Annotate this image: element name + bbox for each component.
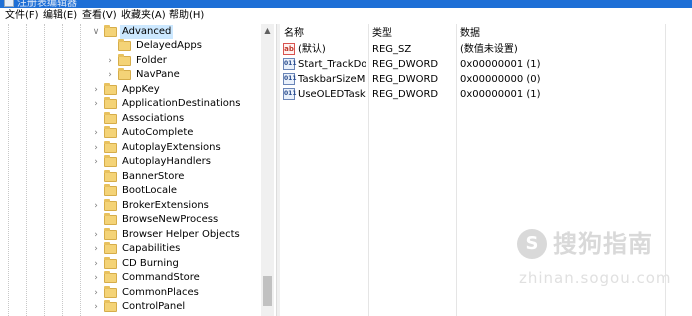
tree-node-label: Browser Helper Objects [122, 229, 240, 240]
folder-icon [104, 286, 117, 298]
folder-icon [104, 300, 117, 312]
chevron-right-icon[interactable]: › [91, 300, 101, 314]
value-row[interactable]: 011 TaskbarSizeM... REG_DWORD 0x00000000… [280, 72, 692, 87]
tree-node-label: Folder [136, 55, 167, 66]
tree-node-label: BootLocale [122, 185, 178, 196]
folder-icon [104, 271, 117, 283]
tree-node-label: Capabilities [122, 243, 181, 254]
dword-value-icon: 011 [283, 88, 297, 100]
dword-value-icon: 011 [283, 73, 297, 85]
chevron-right-icon[interactable]: › [105, 68, 115, 82]
chevron-right-icon[interactable]: › [91, 83, 101, 97]
tree-node-label: AutoplayHandlers [122, 156, 211, 167]
value-row[interactable]: ab (默认) REG_SZ (数值未设置) [280, 42, 692, 57]
tree-node-label: DelayedApps [136, 40, 202, 51]
value-type: REG_SZ [372, 44, 412, 55]
chevron-right-icon[interactable]: › [91, 199, 101, 213]
value-row[interactable]: 011 UseOLEDTask... REG_DWORD 0x00000001 … [280, 87, 692, 102]
chevron-right-icon[interactable]: › [91, 97, 101, 111]
tree-node-label: BrowseNewProcess [122, 214, 219, 225]
folder-icon [118, 54, 131, 66]
folder-icon [104, 170, 117, 182]
folder-open-icon [104, 25, 117, 37]
menu-file[interactable]: 文件(F) [5, 9, 39, 23]
scrollbar-thumb[interactable] [263, 276, 272, 306]
tree-node-label: Associations [122, 113, 185, 124]
folder-icon [104, 213, 117, 225]
folder-icon [104, 141, 117, 153]
tree-node-label: NavPane [136, 69, 180, 80]
value-data: (数值未设置) [460, 44, 518, 55]
value-name: Start_TrackDocs [298, 59, 366, 70]
regedit-app-icon [4, 0, 14, 7]
folder-icon [104, 228, 117, 240]
value-type: REG_DWORD [372, 74, 439, 85]
folder-icon [104, 155, 117, 167]
folder-icon [104, 257, 117, 269]
menu-bar: 文件(F) 编辑(E) 查看(V) 收藏夹(A) 帮助(H) [0, 8, 692, 25]
folder-icon [104, 97, 117, 109]
value-row[interactable]: 011 Start_TrackDocs REG_DWORD 0x00000001… [280, 57, 692, 72]
folder-icon [118, 39, 131, 51]
tree-node-label: ApplicationDestinations [122, 98, 241, 109]
menu-view[interactable]: 查看(V) [82, 9, 117, 23]
column-header-name[interactable]: 名称 [284, 26, 304, 42]
value-data: 0x00000001 (1) [460, 89, 541, 100]
folder-icon [104, 242, 117, 254]
folder-icon [104, 83, 117, 95]
folder-icon [104, 199, 117, 211]
menu-favorites[interactable]: 收藏夹(A) [121, 9, 166, 23]
value-name: TaskbarSizeM... [298, 74, 366, 85]
tree-node-label: CommonPlaces [122, 287, 199, 298]
column-header-data[interactable]: 数据 [460, 26, 480, 42]
chevron-right-icon[interactable]: › [91, 155, 101, 169]
chevron-right-icon[interactable]: › [91, 242, 101, 256]
tree-guide-line [80, 24, 81, 316]
folder-icon [104, 184, 117, 196]
tree-scrollbar[interactable]: ▲ [261, 24, 274, 316]
menu-help[interactable]: 帮助(H) [169, 9, 204, 23]
folder-icon [104, 112, 117, 124]
tree-node-label: AutoComplete [122, 127, 194, 138]
value-type: REG_DWORD [372, 89, 439, 100]
tree-guide-line [44, 24, 45, 316]
tree-node-label: ControlPanel [122, 301, 186, 312]
tree-node-label: CD Burning [122, 258, 179, 269]
folder-icon [118, 68, 131, 80]
tree-guide-line [8, 24, 9, 316]
value-type: REG_DWORD [372, 59, 439, 70]
tree-node-label: Advanced [120, 25, 174, 39]
column-header-type[interactable]: 类型 [372, 26, 392, 42]
window-title: 注册表编辑器 [17, 0, 77, 8]
title-bar: 注册表编辑器 [0, 0, 692, 8]
values-list[interactable]: 名称 类型 数据 ab (默认) REG_SZ (数值未设置) 011 Star… [280, 24, 692, 316]
value-name: (默认) [298, 44, 326, 55]
tree-node-label: BrokerExtensions [122, 200, 209, 211]
chevron-right-icon[interactable]: › [91, 141, 101, 155]
value-data: 0x00000001 (1) [460, 59, 541, 70]
folder-icon [104, 126, 117, 138]
chevron-down-icon[interactable]: ∨ [91, 25, 101, 39]
scroll-up-arrow-icon[interactable]: ▲ [261, 24, 274, 38]
chevron-right-icon[interactable]: › [91, 286, 101, 300]
tree-guide-line [62, 24, 63, 316]
dword-value-icon: 011 [283, 58, 297, 70]
chevron-right-icon[interactable]: › [91, 228, 101, 242]
chevron-right-icon[interactable]: › [91, 126, 101, 140]
menu-edit[interactable]: 编辑(E) [43, 9, 77, 23]
chevron-right-icon[interactable]: › [91, 257, 101, 271]
value-data: 0x00000000 (0) [460, 74, 541, 85]
string-value-icon: ab [283, 43, 295, 55]
tree-guide-line [26, 24, 27, 316]
tree-node-label: AutoplayExtensions [122, 142, 221, 153]
value-name: UseOLEDTask... [298, 89, 366, 100]
chevron-right-icon[interactable]: › [105, 54, 115, 68]
tree-node-label: BannerStore [122, 171, 185, 182]
tree-node-label: AppKey [122, 84, 160, 95]
registry-tree[interactable]: ∨ Advanced DelayedApps › Folder › NavPan… [0, 24, 276, 316]
tree-node-label: CommandStore [122, 272, 200, 283]
chevron-right-icon[interactable]: › [91, 271, 101, 285]
